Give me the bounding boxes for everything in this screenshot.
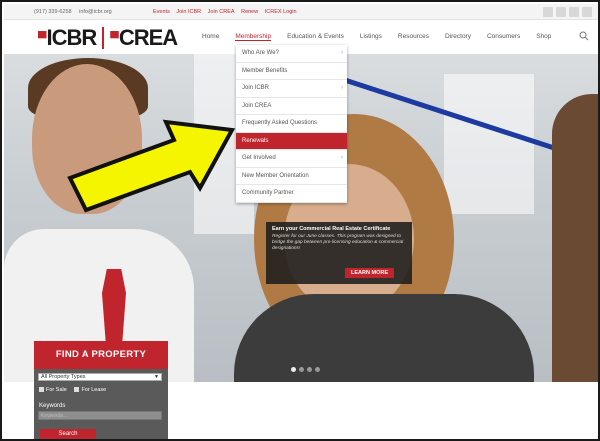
utility-links: Events Join ICBR Join CREA Renew ICREX L…: [153, 9, 302, 15]
utility-link-renew[interactable]: Renew: [241, 9, 258, 15]
hero-person3: [552, 94, 598, 382]
logo-icbr: ▀ICBR: [38, 25, 97, 50]
youtube-icon[interactable]: [569, 7, 579, 17]
dropdown-item-join-icbr[interactable]: Join ICBR ›: [236, 80, 347, 98]
for-lease-checkbox[interactable]: [74, 387, 80, 393]
utility-link-icrex-login[interactable]: ICREX Login: [265, 9, 297, 15]
find-property-panel: FIND A PROPERTY All Property Types ▼ For…: [34, 341, 168, 439]
listing-type-checkboxes: For Sale For Lease: [39, 387, 106, 393]
slider-dot[interactable]: [299, 367, 304, 372]
dropdown-item-join-crea[interactable]: Join CREA: [236, 98, 347, 115]
dropdown-item-who-are-we[interactable]: Who Are We? ›: [236, 45, 347, 63]
slider-dots: [291, 367, 320, 372]
learn-more-button[interactable]: LEARN MORE: [345, 268, 394, 278]
utility-bar: (917) 339-6258 info@icbr.org Events Join…: [4, 4, 598, 20]
slider-dot[interactable]: [315, 367, 320, 372]
phone-text: (917) 339-6258: [34, 9, 72, 15]
linkedin-icon[interactable]: [582, 7, 592, 17]
nav-consumers[interactable]: Consumers: [487, 33, 520, 41]
twitter-icon[interactable]: [543, 7, 553, 17]
nav-membership[interactable]: Membership: [235, 33, 272, 41]
for-sale-checkbox[interactable]: [39, 387, 44, 393]
utility-link-events[interactable]: Events: [153, 9, 170, 15]
dropdown-item-community-partner[interactable]: Community Partner: [236, 185, 347, 203]
nav-directory[interactable]: Directory: [445, 33, 471, 41]
chevron-right-icon: ›: [341, 155, 343, 161]
site-logo[interactable]: ▀ICBR ▀CREA: [38, 25, 178, 50]
utility-link-join-crea[interactable]: Join CREA: [208, 9, 235, 15]
dropdown-item-new-member-orientation[interactable]: New Member Orientation: [236, 168, 347, 185]
logo-divider: [102, 27, 105, 49]
nav-resources[interactable]: Resources: [398, 33, 429, 41]
email-link[interactable]: info@icbr.org: [79, 9, 112, 15]
chevron-down-icon: ▼: [154, 374, 159, 380]
slider-dot[interactable]: [307, 367, 312, 372]
search-button[interactable]: Search: [40, 429, 96, 439]
promo-body: Register for our June classes. This prog…: [272, 234, 404, 251]
social-icons: [543, 7, 592, 17]
browser-frame: (917) 339-6258 info@icbr.org Events Join…: [0, 0, 600, 441]
background-window: [444, 74, 534, 214]
keywords-label: Keywords: [39, 403, 66, 409]
nav-shop[interactable]: Shop: [536, 33, 551, 41]
keywords-input[interactable]: Keywords...: [38, 411, 162, 420]
nav-education-events[interactable]: Education & Events: [287, 33, 344, 41]
dropdown-item-faq[interactable]: Frequently Asked Questions: [236, 115, 347, 133]
nav-listings[interactable]: Listings: [360, 33, 382, 41]
yellow-arrow-annotation: [67, 119, 236, 213]
chevron-right-icon: ›: [341, 85, 343, 91]
dropdown-item-get-involved[interactable]: Get Involved ›: [236, 150, 347, 168]
facebook-icon[interactable]: [556, 7, 566, 17]
search-icon[interactable]: [579, 31, 589, 41]
logo-crea: ▀CREA: [110, 25, 178, 50]
dropdown-item-renewals[interactable]: Renewals: [236, 132, 347, 150]
main-nav: Home Membership Education & Events Listi…: [202, 31, 589, 41]
property-type-select[interactable]: All Property Types ▼: [38, 373, 162, 381]
promo-title: Earn your Commercial Real Estate Certifi…: [272, 226, 391, 232]
slider-dot[interactable]: [291, 367, 296, 372]
find-property-heading: FIND A PROPERTY: [34, 341, 168, 369]
contact-info: (917) 339-6258 info@icbr.org: [34, 9, 118, 15]
nav-home[interactable]: Home: [202, 33, 219, 41]
promo-box: Earn your Commercial Real Estate Certifi…: [266, 222, 412, 284]
hero-person2-body: [234, 294, 534, 382]
for-lease-label: For Lease: [81, 387, 107, 393]
utility-link-join-icbr[interactable]: Join ICBR: [176, 9, 201, 15]
dropdown-item-member-benefits[interactable]: Member Benefits: [236, 63, 347, 80]
membership-dropdown: Who Are We? › Member Benefits Join ICBR › …: [236, 45, 347, 203]
for-sale-label: For Sale: [46, 387, 67, 393]
chevron-right-icon: ›: [341, 50, 343, 56]
